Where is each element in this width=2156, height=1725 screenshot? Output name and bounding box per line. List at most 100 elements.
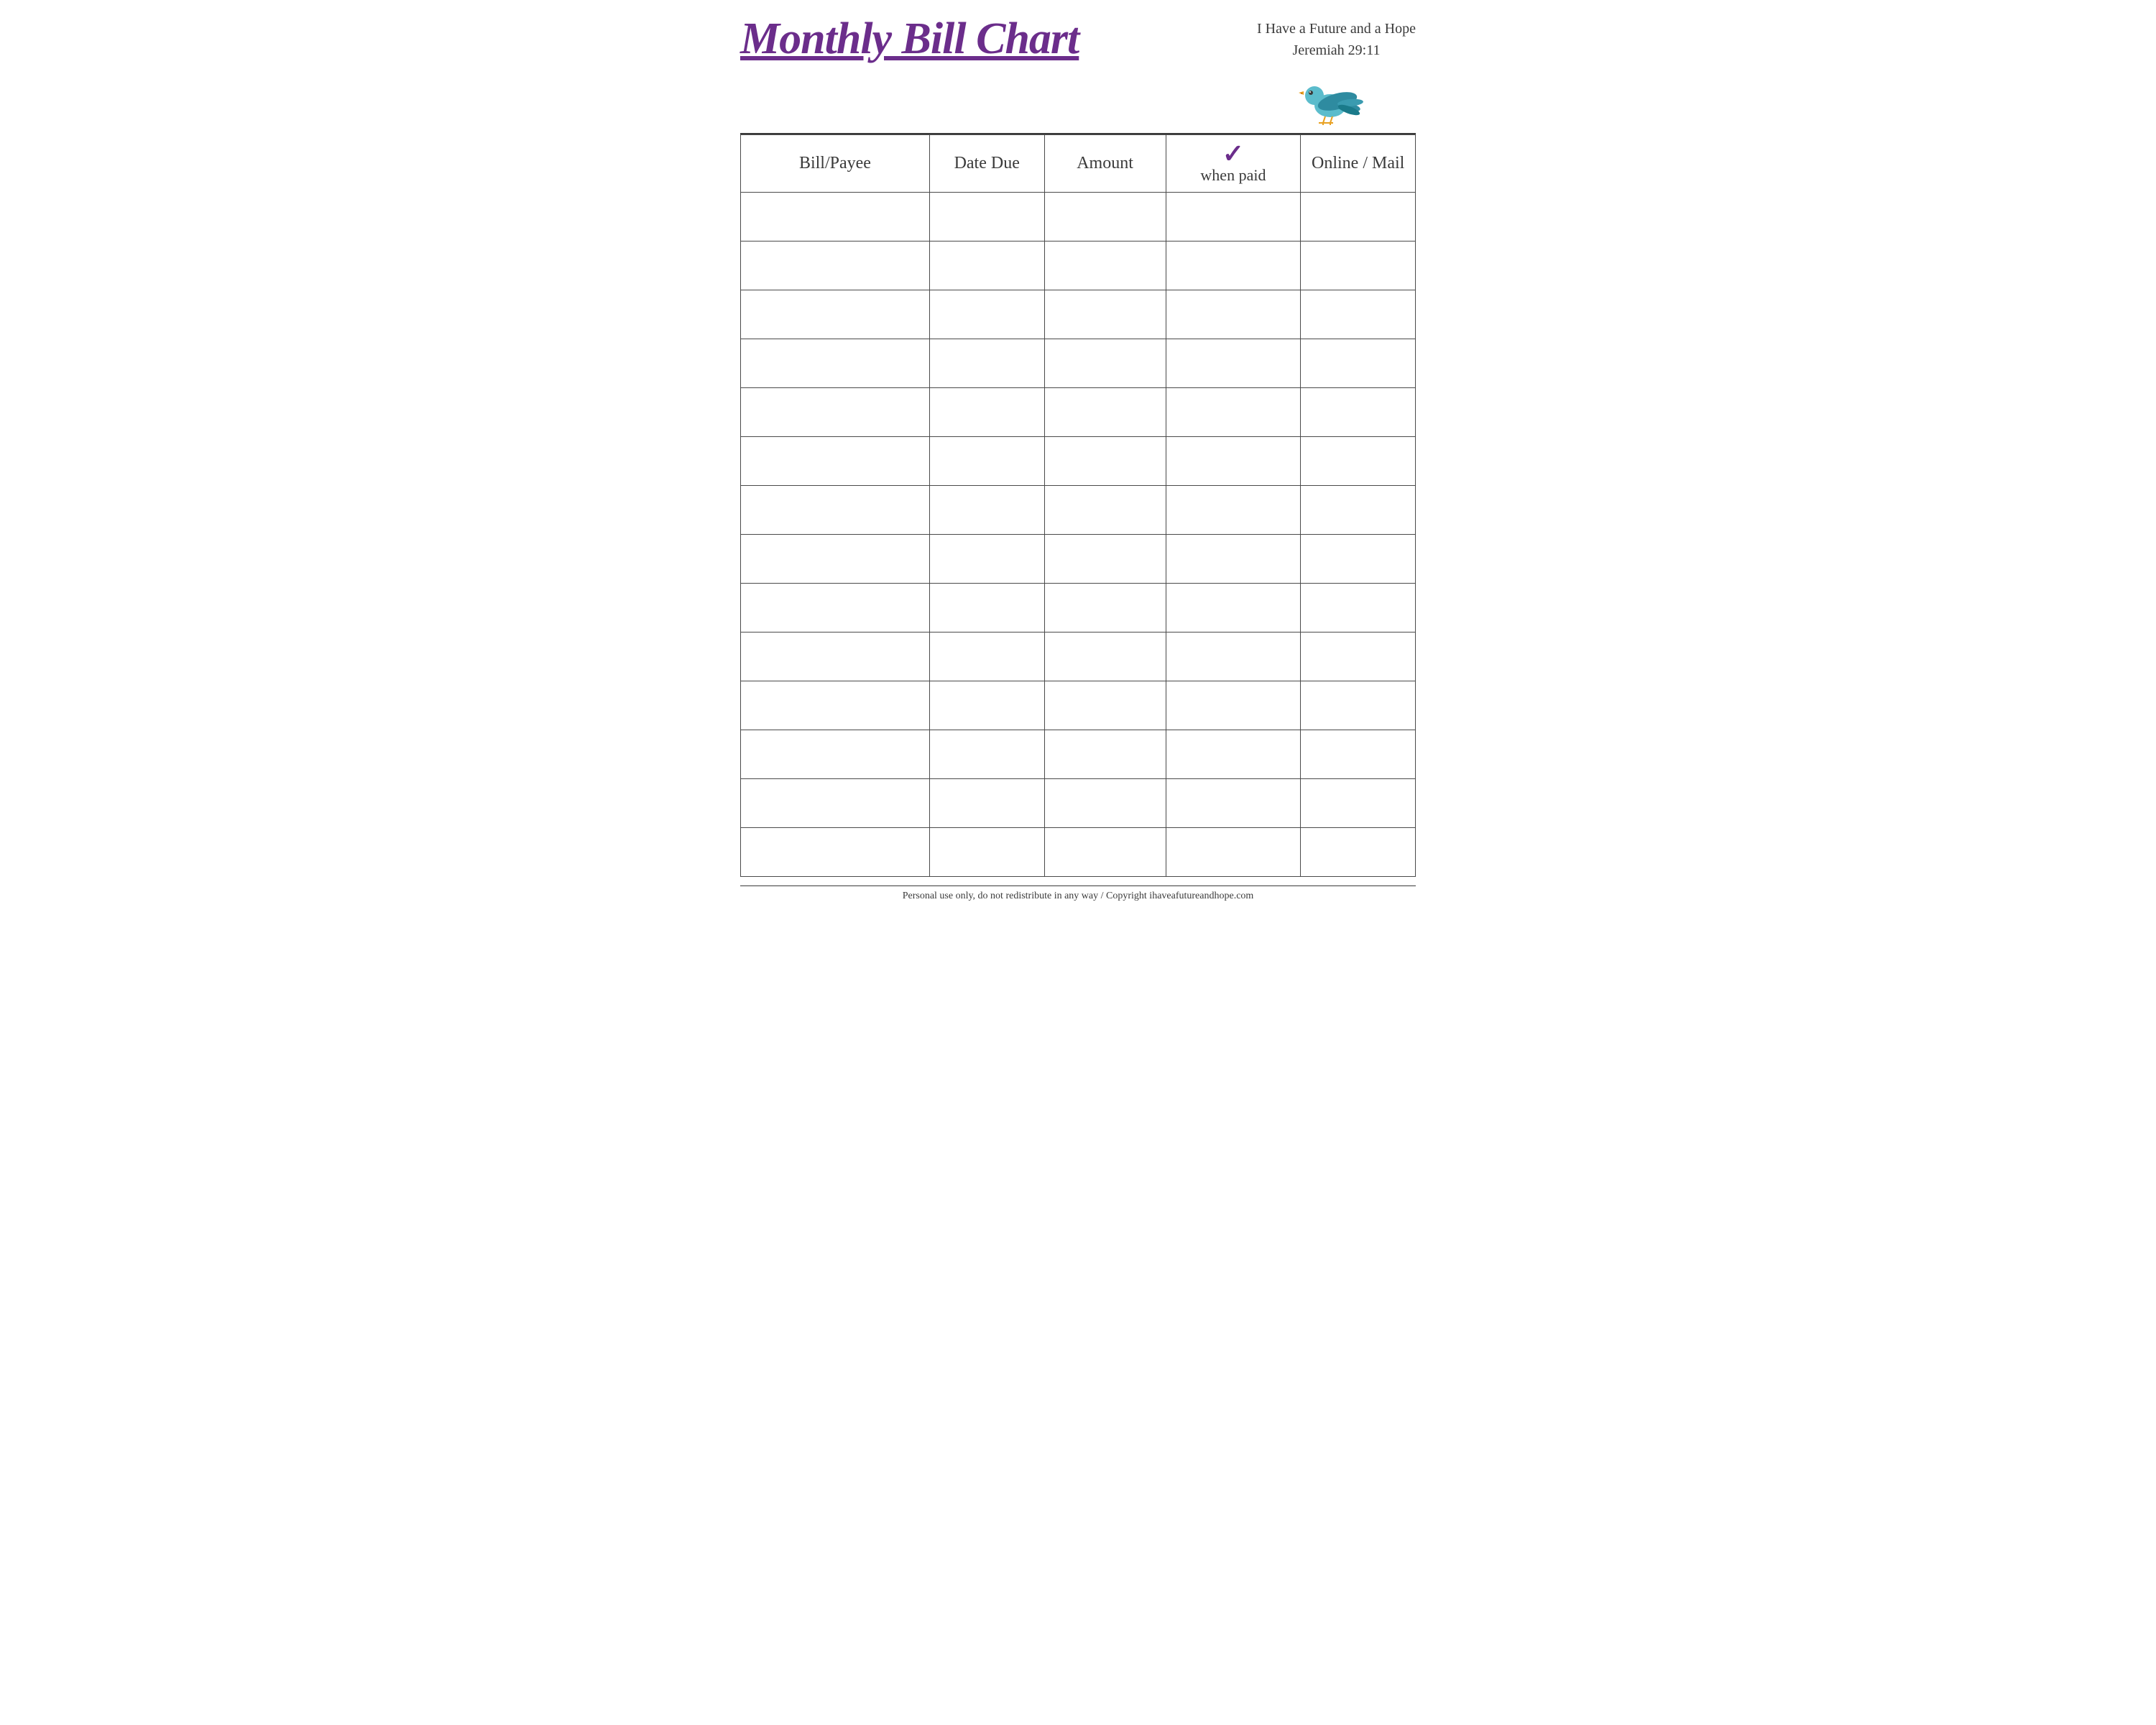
table-cell <box>1044 388 1166 437</box>
col-header-amount: Amount <box>1044 135 1166 193</box>
table-cell <box>741 828 930 877</box>
table-cell <box>741 779 930 828</box>
table-cell <box>1166 339 1301 388</box>
table-cell <box>1301 339 1416 388</box>
table-cell <box>1166 730 1301 779</box>
table-cell <box>741 339 930 388</box>
table-cell <box>1301 535 1416 584</box>
table-cell <box>1044 193 1166 242</box>
col-header-date: Date Due <box>929 135 1044 193</box>
table-cell <box>1044 779 1166 828</box>
col-header-online: Online / Mail <box>1301 135 1416 193</box>
table-cell <box>929 584 1044 632</box>
scripture-text: I Have a Future and a Hope Jeremiah 29:1… <box>1257 18 1416 61</box>
header-right: I Have a Future and a Hope Jeremiah 29:1… <box>1257 18 1416 126</box>
table-row <box>741 339 1416 388</box>
table-cell <box>741 535 930 584</box>
table-cell <box>1166 290 1301 339</box>
table-row <box>741 730 1416 779</box>
table-row <box>741 779 1416 828</box>
table-cell <box>1044 828 1166 877</box>
table-cell <box>1301 193 1416 242</box>
col-header-check: ✓ when paid <box>1166 135 1301 193</box>
table-row <box>741 437 1416 486</box>
bird-illustration <box>1293 68 1379 126</box>
table-cell <box>1301 730 1416 779</box>
table-cell <box>741 437 930 486</box>
table-cell <box>929 242 1044 290</box>
table-cell <box>1044 730 1166 779</box>
table-cell <box>741 388 930 437</box>
table-cell <box>1301 486 1416 535</box>
table-cell <box>1166 535 1301 584</box>
table-cell <box>1166 193 1301 242</box>
table-row <box>741 632 1416 681</box>
footer-text: Personal use only, do not redistribute i… <box>740 886 1416 902</box>
table-row <box>741 193 1416 242</box>
table-cell <box>1301 290 1416 339</box>
table-cell <box>741 632 930 681</box>
table-cell <box>741 193 930 242</box>
table-row <box>741 242 1416 290</box>
table-cell <box>1166 486 1301 535</box>
table-cell <box>929 290 1044 339</box>
table-row <box>741 535 1416 584</box>
table-row <box>741 828 1416 877</box>
table-cell <box>1044 535 1166 584</box>
table-cell <box>1301 437 1416 486</box>
table-cell <box>741 242 930 290</box>
table-cell <box>1166 584 1301 632</box>
table-row <box>741 486 1416 535</box>
table-cell <box>1301 681 1416 730</box>
table-row <box>741 584 1416 632</box>
table-cell <box>929 535 1044 584</box>
table-cell <box>1044 681 1166 730</box>
table-cell <box>1301 388 1416 437</box>
table-cell <box>929 730 1044 779</box>
table-cell <box>929 681 1044 730</box>
check-header-text: when paid <box>1200 165 1266 186</box>
table-cell <box>1044 486 1166 535</box>
page-title: Monthly Bill Chart <box>740 14 1079 63</box>
col-header-payee: Bill/Payee <box>741 135 930 193</box>
table-cell <box>741 290 930 339</box>
table-cell <box>741 681 930 730</box>
table-cell <box>741 584 930 632</box>
table-cell <box>1166 632 1301 681</box>
table-cell <box>741 730 930 779</box>
table-cell <box>1166 681 1301 730</box>
table-header-row: Bill/Payee Date Due Amount ✓ when paid O… <box>741 135 1416 193</box>
table-cell <box>929 632 1044 681</box>
table-cell <box>1301 828 1416 877</box>
table-cell <box>1166 388 1301 437</box>
table-cell <box>1166 437 1301 486</box>
table-cell <box>929 193 1044 242</box>
bill-table: Bill/Payee Date Due Amount ✓ when paid O… <box>740 134 1416 877</box>
table-cell <box>1166 242 1301 290</box>
table-cell <box>1044 339 1166 388</box>
table-cell <box>929 486 1044 535</box>
table-cell <box>929 437 1044 486</box>
table-cell <box>1301 779 1416 828</box>
title-area: Monthly Bill Chart <box>740 14 1079 63</box>
table-cell <box>929 339 1044 388</box>
table-cell <box>929 388 1044 437</box>
table-row <box>741 290 1416 339</box>
table-cell <box>929 779 1044 828</box>
table-cell <box>741 486 930 535</box>
table-cell <box>1301 584 1416 632</box>
table-cell <box>1044 242 1166 290</box>
table-cell <box>1044 632 1166 681</box>
table-cell <box>1166 828 1301 877</box>
page-header: Monthly Bill Chart I Have a Future and a… <box>740 14 1416 126</box>
table-cell <box>1166 779 1301 828</box>
table-row <box>741 388 1416 437</box>
table-cell <box>1044 290 1166 339</box>
table-cell <box>929 828 1044 877</box>
table-row <box>741 681 1416 730</box>
table-cell <box>1301 242 1416 290</box>
table-cell <box>1044 437 1166 486</box>
check-icon: ✓ <box>1222 141 1244 167</box>
table-cell <box>1301 632 1416 681</box>
table-cell <box>1044 584 1166 632</box>
